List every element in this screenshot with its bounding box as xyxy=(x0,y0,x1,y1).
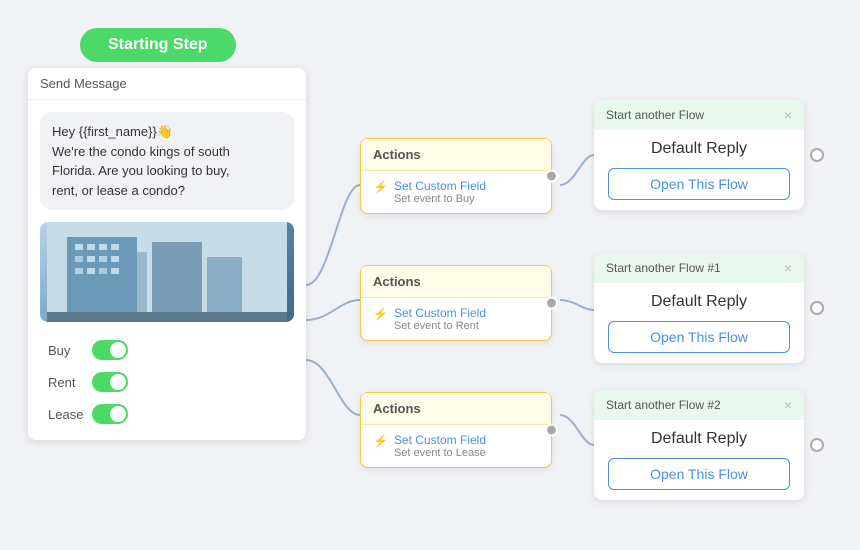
flow-card-2: Start another Flow #1 × Default Reply Op… xyxy=(594,253,804,363)
flow-close-2[interactable]: × xyxy=(784,261,792,275)
flow-card-title-3: Start another Flow #2 xyxy=(606,398,721,412)
actions-field-value-3: Set event to Lease xyxy=(394,447,486,459)
flow-dot-1 xyxy=(810,148,824,162)
actions-dot-2 xyxy=(545,297,558,310)
flow-card-title-1: Start another Flow xyxy=(606,108,704,122)
actions-header-2: Actions xyxy=(361,266,551,298)
actions-dot-1 xyxy=(545,170,558,183)
actions-card-3: Actions ⚡ Set Custom Field Set event to … xyxy=(360,392,552,468)
actions-field-value-2: Set event to Rent xyxy=(394,320,486,332)
flow-card-header-1: Start another Flow × xyxy=(594,100,804,130)
toggle-buy[interactable] xyxy=(92,340,128,360)
custom-field-icon-2: ⚡ xyxy=(373,307,388,321)
toggle-row-lease[interactable]: Lease xyxy=(28,398,306,430)
canvas: Starting Step Send Message Hey {{first_n… xyxy=(0,0,860,550)
toggle-row-rent[interactable]: Rent xyxy=(28,366,306,398)
toggle-rent[interactable] xyxy=(92,372,128,392)
flow-card-header-2: Start another Flow #1 × xyxy=(594,253,804,283)
toggle-buy-label: Buy xyxy=(48,343,84,358)
chat-bubble: Hey {{first_name}}👋 We're the condo king… xyxy=(40,112,294,210)
flow-card-1: Start another Flow × Default Reply Open … xyxy=(594,100,804,210)
flow-card-3: Start another Flow #2 × Default Reply Op… xyxy=(594,390,804,500)
custom-field-icon-1: ⚡ xyxy=(373,180,388,194)
building-image xyxy=(40,222,294,322)
custom-field-icon-3: ⚡ xyxy=(373,434,388,448)
flow-default-reply-1: Default Reply xyxy=(608,140,790,158)
flow-dot-2 xyxy=(810,301,824,315)
starting-step-label: Starting Step xyxy=(80,28,236,62)
flow-close-3[interactable]: × xyxy=(784,398,792,412)
open-flow-button-1[interactable]: Open This Flow xyxy=(608,168,790,200)
actions-card-2: Actions ⚡ Set Custom Field Set event to … xyxy=(360,265,552,341)
flow-card-header-3: Start another Flow #2 × xyxy=(594,390,804,420)
actions-dot-3 xyxy=(545,424,558,437)
actions-header-3: Actions xyxy=(361,393,551,425)
toggle-lease-label: Lease xyxy=(48,407,84,422)
flow-dot-3 xyxy=(810,438,824,452)
send-message-card: Send Message Hey {{first_name}}👋 We're t… xyxy=(28,68,306,440)
toggle-lease[interactable] xyxy=(92,404,128,424)
flow-default-reply-3: Default Reply xyxy=(608,430,790,448)
actions-field-value-1: Set event to Buy xyxy=(394,193,486,205)
toggle-row-buy[interactable]: Buy xyxy=(28,334,306,366)
open-flow-button-2[interactable]: Open This Flow xyxy=(608,321,790,353)
actions-field-name-1: Set Custom Field xyxy=(394,179,486,193)
flow-default-reply-2: Default Reply xyxy=(608,293,790,311)
actions-card-1: Actions ⚡ Set Custom Field Set event to … xyxy=(360,138,552,214)
actions-field-name-2: Set Custom Field xyxy=(394,306,486,320)
open-flow-button-3[interactable]: Open This Flow xyxy=(608,458,790,490)
flow-close-1[interactable]: × xyxy=(784,108,792,122)
actions-field-name-3: Set Custom Field xyxy=(394,433,486,447)
actions-header-1: Actions xyxy=(361,139,551,171)
toggle-rent-label: Rent xyxy=(48,375,84,390)
send-message-header: Send Message xyxy=(28,68,306,100)
flow-card-title-2: Start another Flow #1 xyxy=(606,261,721,275)
